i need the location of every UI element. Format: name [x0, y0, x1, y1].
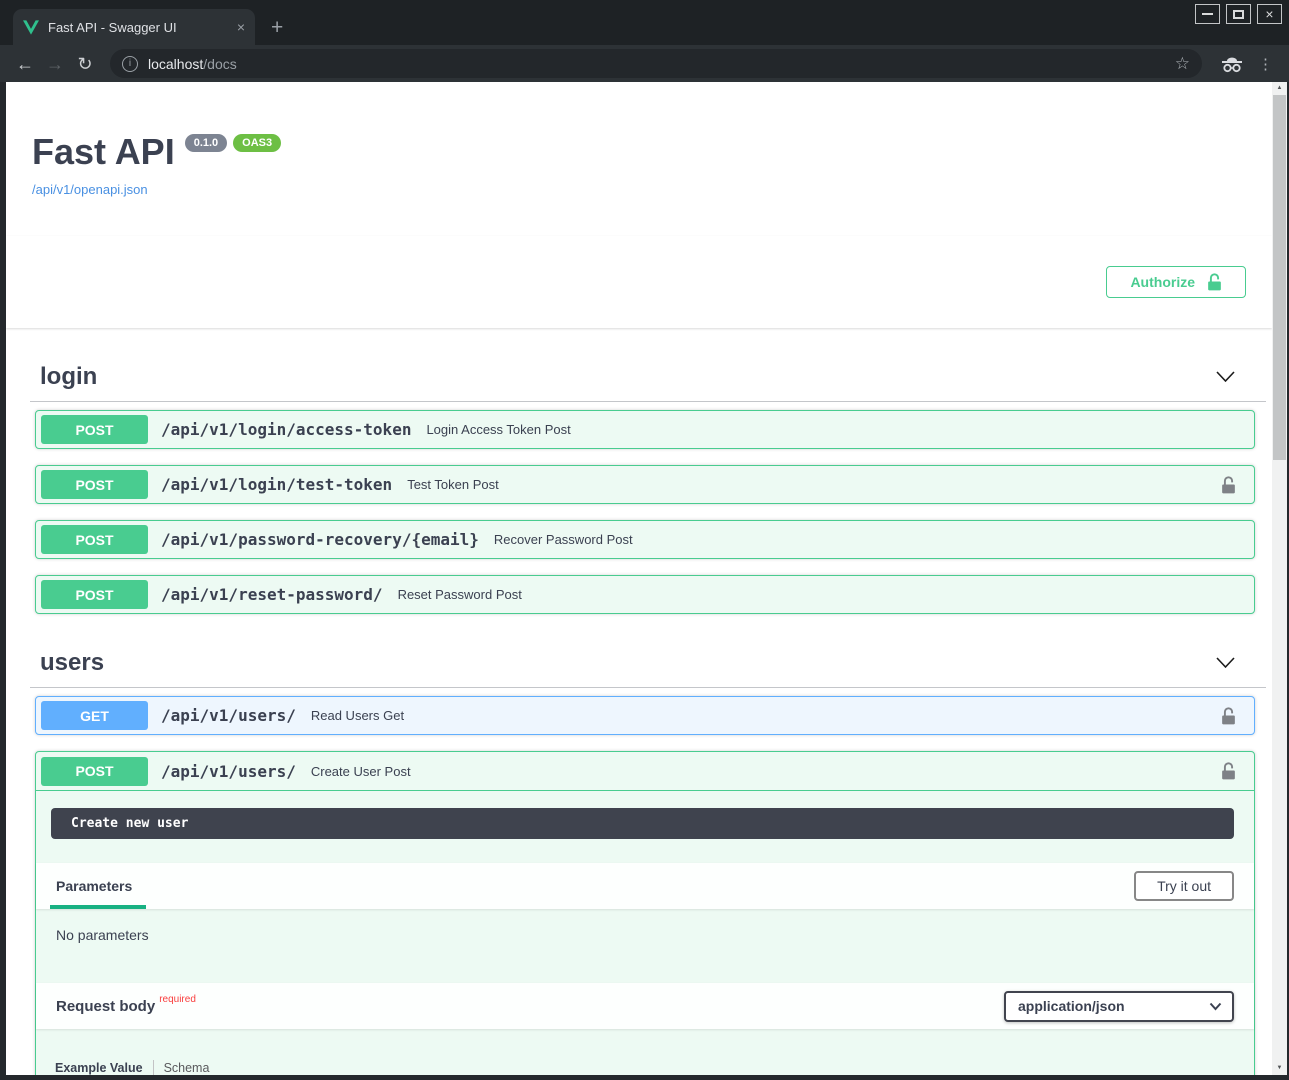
browser-tab[interactable]: Fast API - Swagger UI × [13, 9, 255, 45]
api-info: Fast API 0.1.0 OAS3 /api/v1/openapi.json [32, 130, 1246, 199]
method-badge: POST [41, 415, 148, 444]
method-badge: POST [41, 757, 148, 786]
window-controls: × [1195, 4, 1282, 24]
swagger-page: Fast API 0.1.0 OAS3 /api/v1/openapi.json… [6, 82, 1272, 1075]
close-icon: × [1265, 7, 1273, 21]
op-path: /api/v1/users/ [161, 706, 296, 725]
close-button[interactable]: × [1257, 4, 1282, 24]
tab-schema[interactable]: Schema [164, 1061, 210, 1075]
tab-title: Fast API - Swagger UI [48, 20, 228, 35]
tab-example-value[interactable]: Example Value [55, 1061, 143, 1075]
toolbar-right: ⋮ [1210, 55, 1279, 73]
reload-icon[interactable]: ↻ [70, 55, 100, 73]
maximize-icon [1233, 10, 1244, 19]
media-type-select[interactable]: application/json [1004, 991, 1234, 1022]
try-it-out-button[interactable]: Try it out [1134, 871, 1234, 901]
section-login-title: login [40, 363, 97, 391]
bookmark-icon[interactable]: ☆ [1175, 54, 1190, 74]
parameters-header: Parameters Try it out [36, 863, 1254, 909]
page-scrollbar[interactable]: ▲ ▼ [1272, 82, 1287, 1075]
scroll-up-icon[interactable]: ▲ [1272, 82, 1287, 95]
op-summary: Test Token Post [407, 477, 1221, 492]
forward-icon[interactable]: → [40, 55, 70, 73]
browser-menu-icon[interactable]: ⋮ [1258, 55, 1273, 73]
required-badge: required [159, 994, 196, 1005]
address-bar[interactable]: i localhost /docs ☆ [110, 49, 1202, 78]
chevron-down-icon[interactable] [1215, 369, 1236, 385]
authorize-button[interactable]: Authorize [1106, 266, 1246, 298]
opblock-create-user-header[interactable]: POST /api/v1/users/ Create User Post [36, 752, 1254, 791]
incognito-icon [1220, 55, 1244, 73]
model-example: Example Value Schema { [51, 1060, 1234, 1075]
method-badge: GET [41, 701, 148, 730]
op-path: /api/v1/reset-password/ [161, 585, 383, 604]
opblock-reset-password[interactable]: POST /api/v1/reset-password/ Reset Passw… [35, 575, 1255, 614]
version-badge: 0.1.0 [185, 134, 227, 152]
opblock-body: Create new user Parameters Try it out No… [36, 808, 1254, 1075]
api-badges: 0.1.0 OAS3 [185, 134, 281, 152]
url-host: localhost [148, 56, 203, 72]
section-login-header[interactable]: login [30, 355, 1266, 402]
tab-bar: Fast API - Swagger UI × + × [0, 0, 1289, 45]
method-badge: POST [41, 580, 148, 609]
tab-divider [153, 1060, 154, 1075]
section-users-title: users [40, 649, 104, 677]
chevron-down-icon[interactable] [1215, 655, 1236, 671]
operation-description: Create new user [51, 808, 1234, 839]
openapi-spec-link[interactable]: /api/v1/openapi.json [32, 182, 148, 197]
page-viewport: Fast API 0.1.0 OAS3 /api/v1/openapi.json… [6, 82, 1287, 1075]
url-path: /docs [203, 56, 236, 72]
oas-badge: OAS3 [233, 134, 281, 152]
authorize-label: Authorize [1130, 274, 1195, 290]
favicon-v-icon [23, 20, 39, 35]
auth-lock-icon[interactable] [1221, 476, 1236, 494]
new-tab-button[interactable]: + [271, 17, 283, 38]
op-path: /api/v1/login/access-token [161, 420, 411, 439]
opblock-create-user-expanded: POST /api/v1/users/ Create User Post Cre… [35, 751, 1255, 1075]
opblock-read-users[interactable]: GET /api/v1/users/ Read Users Get [35, 696, 1255, 735]
method-badge: POST [41, 470, 148, 499]
minimize-icon [1202, 13, 1213, 15]
op-summary: Login Access Token Post [426, 422, 1244, 437]
tab-close-icon[interactable]: × [237, 20, 245, 34]
opblock-login-test-token[interactable]: POST /api/v1/login/test-token Test Token… [35, 465, 1255, 504]
opblock-login-access-token[interactable]: POST /api/v1/login/access-token Login Ac… [35, 410, 1255, 449]
op-summary: Reset Password Post [398, 587, 1244, 602]
op-path: /api/v1/password-recovery/{email} [161, 530, 479, 549]
request-body-label: Request body [56, 998, 155, 1015]
browser-window: Fast API - Swagger UI × + × ← → ↻ i loca… [0, 0, 1289, 1080]
maximize-button[interactable] [1226, 4, 1251, 24]
back-icon[interactable]: ← [10, 55, 40, 73]
no-parameters-text: No parameters [36, 909, 1254, 959]
scrollbar-thumb[interactable] [1273, 95, 1286, 460]
chevron-down-icon [1209, 1002, 1222, 1011]
section-users: users GET /api/v1/users/ Read Users Get [30, 641, 1266, 1075]
tab-parameters[interactable]: Parameters [56, 863, 132, 909]
method-badge: POST [41, 525, 148, 554]
media-type-value: application/json [1018, 998, 1125, 1014]
opblock-password-recovery[interactable]: POST /api/v1/password-recovery/{email} R… [35, 520, 1255, 559]
minimize-button[interactable] [1195, 4, 1220, 24]
op-summary: Read Users Get [311, 708, 1221, 723]
scroll-down-icon[interactable]: ▼ [1272, 1062, 1287, 1075]
op-summary: Recover Password Post [494, 532, 1244, 547]
op-summary: Create User Post [311, 764, 1221, 779]
auth-lock-icon[interactable] [1221, 762, 1236, 780]
site-info-icon[interactable]: i [122, 56, 138, 72]
page-title: Fast API [32, 130, 175, 173]
auth-lock-icon[interactable] [1221, 707, 1236, 725]
op-path: /api/v1/users/ [161, 762, 296, 781]
browser-toolbar: ← → ↻ i localhost /docs ☆ ⋮ [0, 45, 1289, 82]
request-body-header: Request body required application/json [36, 983, 1254, 1029]
op-path: /api/v1/login/test-token [161, 475, 392, 494]
section-login: login POST /api/v1/login/access-token Lo… [30, 355, 1266, 614]
unlock-icon [1207, 273, 1222, 291]
section-users-header[interactable]: users [30, 641, 1266, 688]
scheme-container: Authorize [6, 236, 1272, 328]
